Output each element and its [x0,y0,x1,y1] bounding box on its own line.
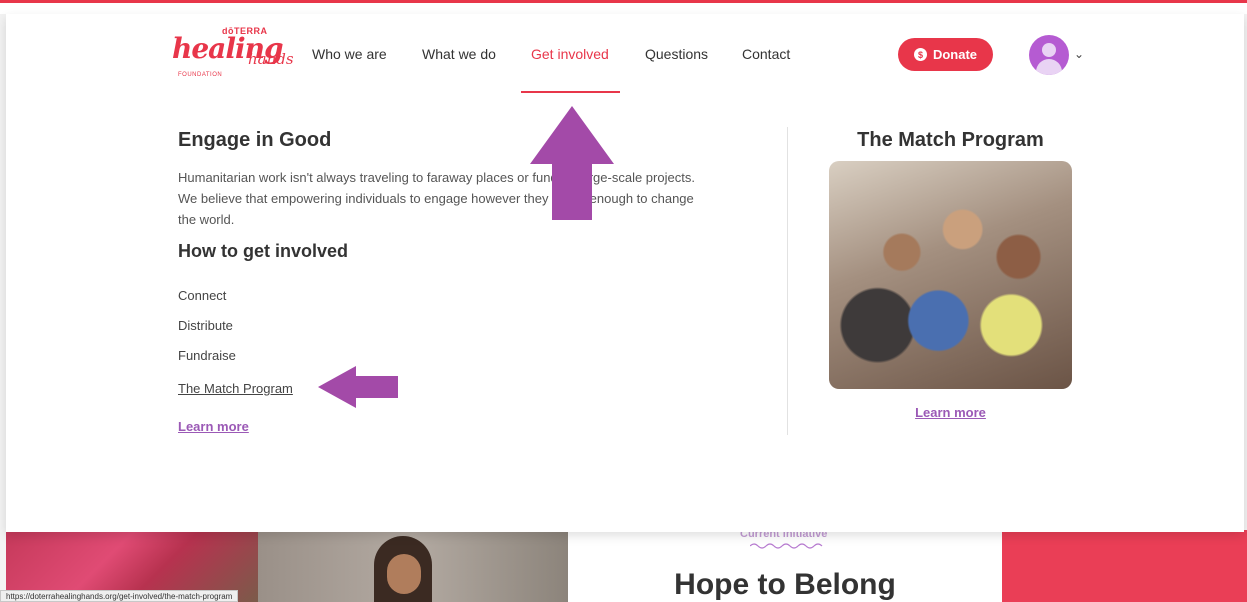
annotation-arrow-up-icon [530,106,614,220]
squiggle-divider-icon [750,543,823,549]
engage-learn-more-link[interactable]: Learn more [178,419,249,434]
donate-button[interactable]: $ Donate [898,38,993,71]
browser-status-url: https://doterrahealinghands.org/get-invo… [0,590,239,602]
link-connect[interactable]: Connect [178,288,226,303]
how-to-get-involved-title: How to get involved [178,241,349,261]
nav-what-we-do[interactable]: What we do [422,46,496,62]
hero-photo-girl [258,530,568,602]
site-logo[interactable]: dōTERRA healing hands FOUNDATION [172,26,294,86]
nav-questions[interactable]: Questions [645,46,708,62]
logo-foundation-text: FOUNDATION [178,72,223,78]
link-the-match-program[interactable]: The Match Program [178,381,293,396]
column-divider [787,127,788,435]
match-program-photo[interactable] [829,161,1072,389]
avatar-head-icon [1042,43,1056,57]
nav-who-we-are[interactable]: Who we are [312,46,387,62]
nav-active-indicator [521,91,620,93]
engage-description: Humanitarian work isn't always traveling… [178,170,695,227]
nav-contact[interactable]: Contact [742,46,790,62]
red-side-panel [1002,530,1247,602]
donate-label: Donate [932,47,978,62]
initiative-title: Hope to Belong [674,568,896,601]
engage-title: Engage in Good [178,129,332,151]
user-avatar[interactable] [1029,35,1069,75]
match-program-title: The Match Program [857,129,1044,151]
avatar-shoulders-icon [1036,59,1062,75]
dollar-coin-icon: $ [913,48,927,61]
annotation-arrow-left-icon [318,366,398,408]
girl-face [387,554,421,594]
logo-hands-text: hands [248,50,294,68]
link-fundraise[interactable]: Fundraise [178,348,236,363]
match-learn-more-link[interactable]: Learn more [829,405,1072,420]
link-distribute[interactable]: Distribute [178,318,233,333]
top-accent-bar [0,0,1247,14]
nav-get-involved[interactable]: Get involved [531,46,609,62]
chevron-down-icon[interactable]: ⌄ [1074,47,1084,61]
